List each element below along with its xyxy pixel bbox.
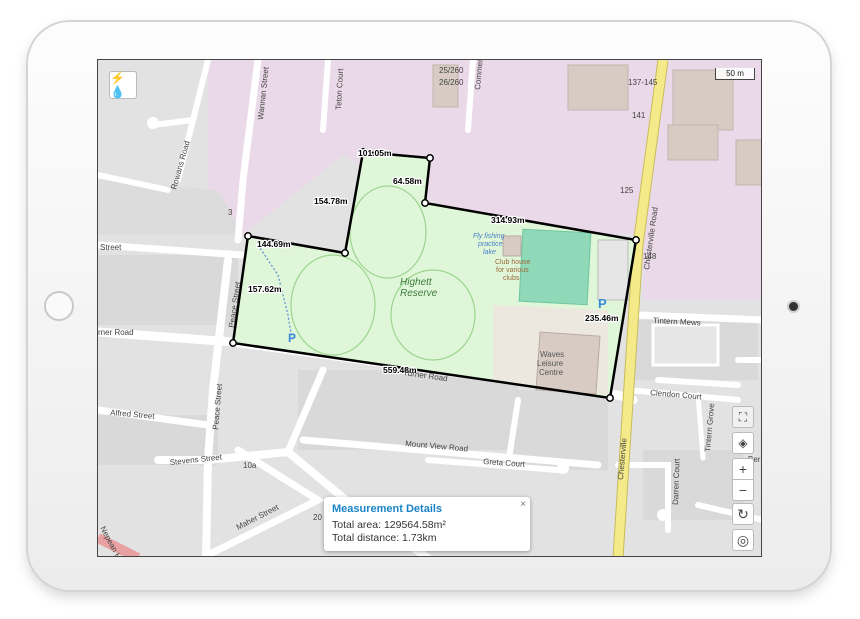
total-distance-row: Total distance: 1.73km <box>332 532 522 545</box>
layers-button[interactable]: ◈ <box>732 432 754 454</box>
house-number: 141 <box>632 111 646 120</box>
front-camera <box>789 302 798 311</box>
house-number: 25/260 <box>439 66 464 75</box>
building <box>667 124 719 161</box>
total-area-label: Total area: <box>332 519 382 531</box>
measure-label: 235.46m <box>585 313 619 323</box>
parking-icon: P <box>598 296 607 311</box>
rotate-icon: ↻ <box>737 505 749 522</box>
building <box>735 139 761 186</box>
place-label: for various <box>496 267 529 274</box>
place-label: practice <box>477 241 503 248</box>
scale-bar: 50 m <box>715 68 755 80</box>
measure-label: 157.62m <box>248 284 282 294</box>
house-number: 148 <box>643 252 657 261</box>
club-house-building <box>502 235 522 257</box>
house-number: 137-145 <box>628 78 658 87</box>
plus-icon: + <box>738 461 748 477</box>
street-label: rner Road <box>98 328 134 337</box>
minus-icon: − <box>738 482 748 498</box>
street-label: Street <box>100 243 122 252</box>
measure-label: 101.05m <box>358 148 392 158</box>
map-screen[interactable]: 101.05m 64.58m 154.78m 314.93m 144.69m 1… <box>97 59 762 557</box>
place-label: clubs <box>503 275 520 282</box>
place-label: Club house <box>495 259 531 266</box>
place-label: Centre <box>539 368 564 377</box>
measure-icon: ⛶ <box>738 409 748 424</box>
zoom-in-button[interactable]: + <box>732 458 754 480</box>
locate-icon: ◎ <box>736 531 750 548</box>
place-label: Waves <box>540 350 564 359</box>
measure-tool-button[interactable]: ⛶ <box>732 406 754 428</box>
measure-label: 64.58m <box>393 176 422 186</box>
total-area-row: Total area: 129564.58m² <box>332 519 522 532</box>
residential-area-east <box>643 265 761 300</box>
building <box>567 64 629 111</box>
parking-icon: P <box>288 331 296 345</box>
app-logo-button[interactable]: ⚡💧 <box>109 71 137 99</box>
place-label: Fly fishing <box>473 233 505 240</box>
measure-label: 314.93m <box>491 215 525 225</box>
house-number: 3 <box>228 208 233 217</box>
close-icon[interactable]: × <box>520 499 526 510</box>
map-canvas[interactable]: 101.05m 64.58m 154.78m 314.93m 144.69m 1… <box>98 60 762 557</box>
house-number: 20 <box>313 513 322 522</box>
place-label: lake <box>483 249 496 256</box>
app-logo-icon: ⚡💧 <box>110 71 125 99</box>
measurement-popup: × Measurement Details Total area: 129564… <box>324 497 530 551</box>
rotate-button[interactable]: ↻ <box>732 503 754 525</box>
measure-label: 144.69m <box>257 239 291 249</box>
total-area-value: 129564.58m² <box>383 519 446 531</box>
total-distance-label: Total distance: <box>332 532 400 544</box>
house-number: 125 <box>620 186 634 195</box>
locate-button[interactable]: ◎ <box>732 529 754 551</box>
car-park <box>597 239 629 301</box>
place-label: Highett <box>400 277 433 288</box>
popup-title: Measurement Details <box>332 503 443 515</box>
home-button[interactable] <box>44 291 74 321</box>
place-label: Leisure <box>537 359 564 368</box>
layers-icon: ◈ <box>738 436 748 450</box>
measure-label: 154.78m <box>314 196 348 206</box>
house-number: 10a <box>243 461 257 470</box>
house-number: 26/260 <box>439 78 464 87</box>
total-distance-value: 1.73km <box>402 532 437 544</box>
place-label: Reserve <box>400 288 438 299</box>
street-label: Darren Court <box>671 458 682 505</box>
zoom-out-button[interactable]: − <box>732 479 754 501</box>
sports-pitch <box>518 228 592 306</box>
